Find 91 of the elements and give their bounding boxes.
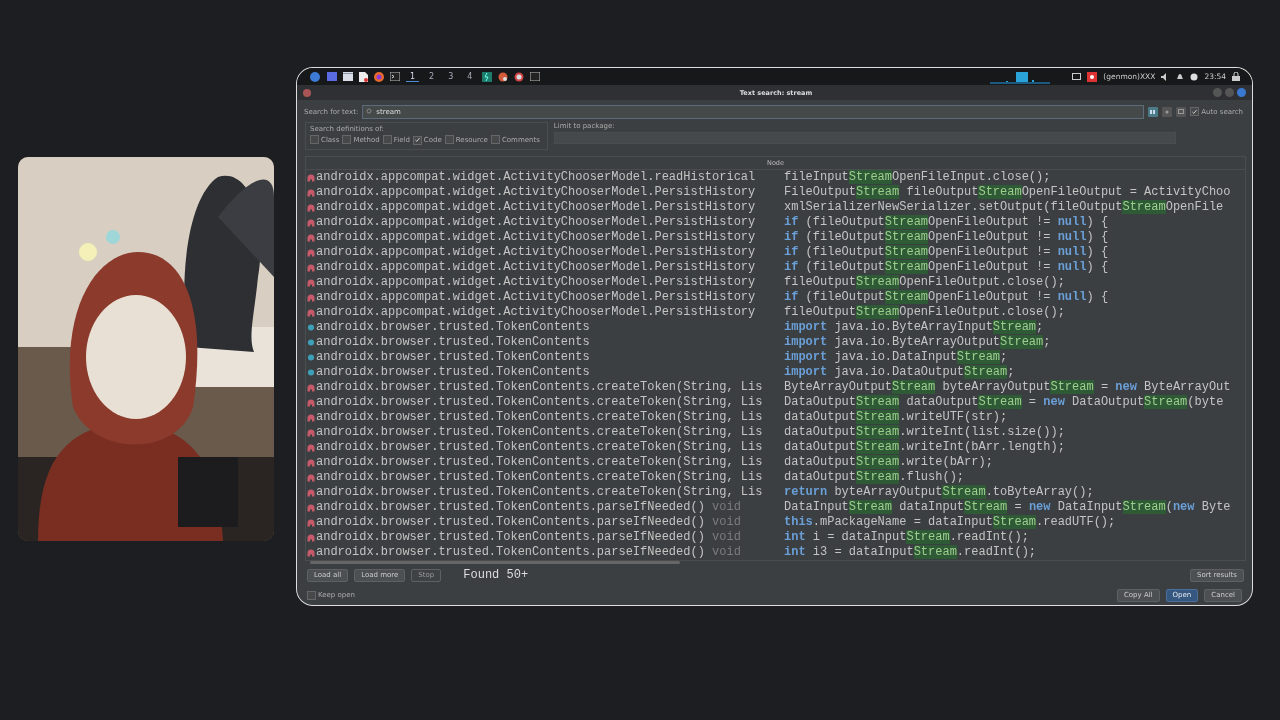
result-node[interactable]: androidx.browser.trusted.TokenContents.parseIfNeeded() [316, 530, 705, 545]
terminal-icon[interactable] [390, 72, 400, 81]
checkbox[interactable] [382, 135, 392, 144]
scrollbar[interactable] [310, 561, 680, 564]
app-icon [303, 88, 311, 97]
result-node[interactable]: androidx.browser.trusted.TokenContents [316, 350, 590, 365]
code-line[interactable]: DataInputStream dataInputStream = new DataInputStream(new Byte [784, 500, 1231, 514]
code-line[interactable]: fileInputStreamOpenFileInput.close(); [784, 170, 1051, 184]
result-node[interactable]: androidx.browser.trusted.TokenContents [316, 320, 590, 335]
close-button[interactable] [1237, 88, 1246, 97]
checkbox[interactable] [412, 135, 422, 145]
code-line[interactable]: dataOutputStream.flush(); [784, 470, 965, 484]
code-line[interactable]: fileOutputStreamOpenFileOutput.close(); [784, 305, 1065, 319]
code-line[interactable]: import java.io.DataOutputStream; [784, 365, 1015, 379]
frame-icon [1178, 109, 1185, 114]
status-text: Found 50+ [463, 568, 529, 582]
code-line[interactable]: int i3 = dataInputStream.readInt(); [784, 545, 1037, 559]
code-line[interactable]: return byteArrayOutputStream.toByteArray(); [784, 485, 1094, 499]
result-node[interactable]: androidx.browser.trusted.TokenContents.createToken(String, Lis [316, 485, 763, 500]
workspace-tab[interactable]: 2 [425, 71, 439, 82]
code-line[interactable]: dataOutputStream.writeUTF(str); [784, 410, 1008, 424]
workspace-tab[interactable]: 1 [406, 71, 420, 82]
terminal-icon[interactable] [530, 72, 541, 81]
search-icon [366, 108, 374, 115]
result-node[interactable]: androidx.appcompat.widget.ActivityChooserModel.PersistHistory [316, 290, 756, 305]
code-line[interactable]: this.mPackageName = dataInputStream.readUTF(); [784, 515, 1116, 529]
regex-toggle[interactable] [1162, 106, 1173, 117]
workspace-tab[interactable]: 3 [444, 71, 458, 82]
return-type: void [712, 545, 741, 560]
app-menu-icon[interactable] [309, 70, 321, 83]
bell-icon[interactable] [1176, 72, 1185, 81]
code-line[interactable]: import java.io.DataInputStream; [784, 350, 1008, 364]
checkbox[interactable] [1190, 107, 1200, 116]
checkbox[interactable] [342, 135, 352, 144]
code-line[interactable]: import java.io.ByteArrayOutputStream; [784, 335, 1051, 349]
folder-icon[interactable] [343, 72, 353, 81]
code-line[interactable]: ByteArrayOutputStream byteArrayOutputStream = new ByteArrayOut [784, 380, 1231, 394]
code-line[interactable]: xmlSerializerNewSerializer.setOutput(fileOutputStreamOpenFile [784, 200, 1224, 214]
result-node[interactable]: androidx.browser.trusted.TokenContents.createToken(String, Lis [316, 455, 763, 470]
checkbox[interactable] [444, 135, 454, 144]
result-node[interactable]: androidx.browser.trusted.TokenContents.createToken(String, Lis [316, 395, 763, 410]
return-type: void [712, 530, 741, 545]
app-icon[interactable] [498, 71, 509, 82]
document-icon[interactable] [359, 71, 368, 82]
lock-icon[interactable] [1232, 72, 1240, 81]
result-node[interactable]: androidx.appcompat.widget.ActivityChooserModel.PersistHistory [316, 245, 756, 260]
code-line[interactable]: if (fileOutputStreamOpenFileOutput != null) { [784, 230, 1109, 244]
code-line[interactable]: if (fileOutputStreamOpenFileOutput != null) { [784, 215, 1109, 229]
result-node[interactable]: androidx.browser.trusted.TokenContents.parseIfNeeded() [316, 500, 705, 515]
match-case-toggle[interactable] [1148, 106, 1159, 117]
code-line[interactable]: DataOutputStream dataOutputStream = new DataOutputStream(byte [784, 395, 1224, 409]
code-line[interactable]: if (fileOutputStreamOpenFileOutput != null) { [784, 245, 1109, 259]
code-line[interactable]: import java.io.ByteArrayInputStream; [784, 320, 1044, 334]
result-node[interactable]: androidx.browser.trusted.TokenContents.createToken(String, Lis [316, 425, 763, 440]
word-toggle[interactable] [1176, 106, 1187, 117]
result-node[interactable]: androidx.appcompat.widget.ActivityChooserModel.PersistHistory [316, 305, 756, 320]
code-line[interactable]: fileOutputStreamOpenFileOutput.close(); [784, 275, 1065, 289]
code-line[interactable]: dataOutputStream.write(bArr); [784, 455, 993, 469]
checkbox[interactable] [490, 135, 500, 144]
screen-icon[interactable] [1072, 72, 1082, 81]
result-node[interactable]: androidx.browser.trusted.TokenContents [316, 365, 590, 380]
result-node[interactable]: androidx.appcompat.widget.ActivityChooserModel.PersistHistory [316, 260, 756, 275]
result-node[interactable]: androidx.browser.trusted.TokenContents.createToken(String, Lis [316, 470, 763, 485]
result-node[interactable]: androidx.appcompat.widget.ActivityChooserModel.PersistHistory [316, 200, 756, 215]
result-node[interactable]: androidx.browser.trusted.TokenContents.createToken(String, Lis [316, 380, 763, 395]
checkbox[interactable] [307, 590, 316, 600]
checkbox[interactable] [310, 135, 319, 144]
result-node[interactable]: androidx.browser.trusted.TokenContents.parseIfNeeded() [316, 545, 705, 560]
result-node[interactable]: androidx.appcompat.widget.ActivityChooserModel.PersistHistory [316, 215, 756, 230]
result-node[interactable]: androidx.appcompat.widget.ActivityChooserModel.PersistHistory [316, 230, 756, 245]
result-node[interactable]: androidx.browser.trusted.TokenContents.parseIfNeeded() [316, 515, 705, 530]
code-line[interactable]: if (fileOutputStreamOpenFileOutput != null) { [784, 260, 1109, 274]
browser-icon[interactable] [374, 71, 384, 82]
code-line[interactable]: dataOutputStream.writeInt(list.size()); [784, 425, 1065, 439]
record-icon[interactable] [1087, 71, 1098, 82]
result-node[interactable]: androidx.appcompat.widget.ActivityChooserModel.PersistHistory [316, 275, 756, 290]
code-line[interactable]: dataOutputStream.writeInt(bArr.length); [784, 440, 1065, 454]
result-node[interactable]: androidx.appcompat.widget.ActivityChooserModel.PersistHistory [316, 185, 756, 200]
result-node[interactable]: androidx.appcompat.widget.ActivityChooserModel.readHistorical [316, 170, 756, 185]
result-node[interactable]: androidx.browser.trusted.TokenContents [316, 335, 590, 350]
app-icon[interactable] [482, 71, 493, 82]
result-node[interactable]: androidx.browser.trusted.TokenContents.createToken(String, Lis [316, 410, 763, 425]
code-line[interactable]: int i = dataInputStream.readInt(); [784, 530, 1029, 544]
result-node[interactable]: androidx.browser.trusted.TokenContents.createToken(String, Lis [316, 440, 763, 455]
workspace-tab[interactable]: 4 [463, 71, 477, 82]
return-type: void [712, 515, 741, 530]
code-line[interactable]: FileOutputStream fileOutputStreamOpenFileOutput = ActivityChoo [784, 185, 1231, 199]
app-icon[interactable] [514, 71, 525, 82]
return-type: void [712, 500, 741, 515]
dot-icon [1165, 109, 1170, 114]
code-line[interactable]: if (fileOutputStreamOpenFileOutput != null) { [784, 290, 1109, 304]
